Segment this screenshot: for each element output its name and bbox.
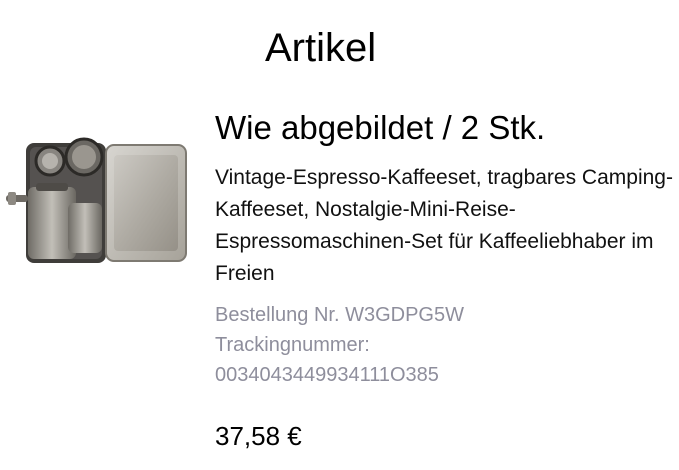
order-item-details: Wie abgebildet / 2 Stk. Vintage-Espresso…: [215, 104, 675, 390]
tracking-label: Trackingnummer:: [215, 334, 370, 356]
tracking-number[interactable]: 0034043449934111O385: [215, 360, 675, 390]
product-image[interactable]: [6, 135, 190, 269]
item-variant-title: Wie abgebildet / 2 Stk.: [215, 109, 546, 146]
page-title: Artikel: [265, 26, 377, 70]
item-price: 37,58 €: [215, 421, 302, 451]
order-number: Bestellung Nr. W3GDPG5W: [215, 304, 464, 326]
item-description[interactable]: Vintage-Espresso-Kaffeeset, tragbares Ca…: [215, 162, 675, 290]
order-meta: Bestellung Nr. W3GDPG5W Trackingnummer: …: [215, 300, 675, 390]
espresso-set-icon: [6, 137, 187, 263]
